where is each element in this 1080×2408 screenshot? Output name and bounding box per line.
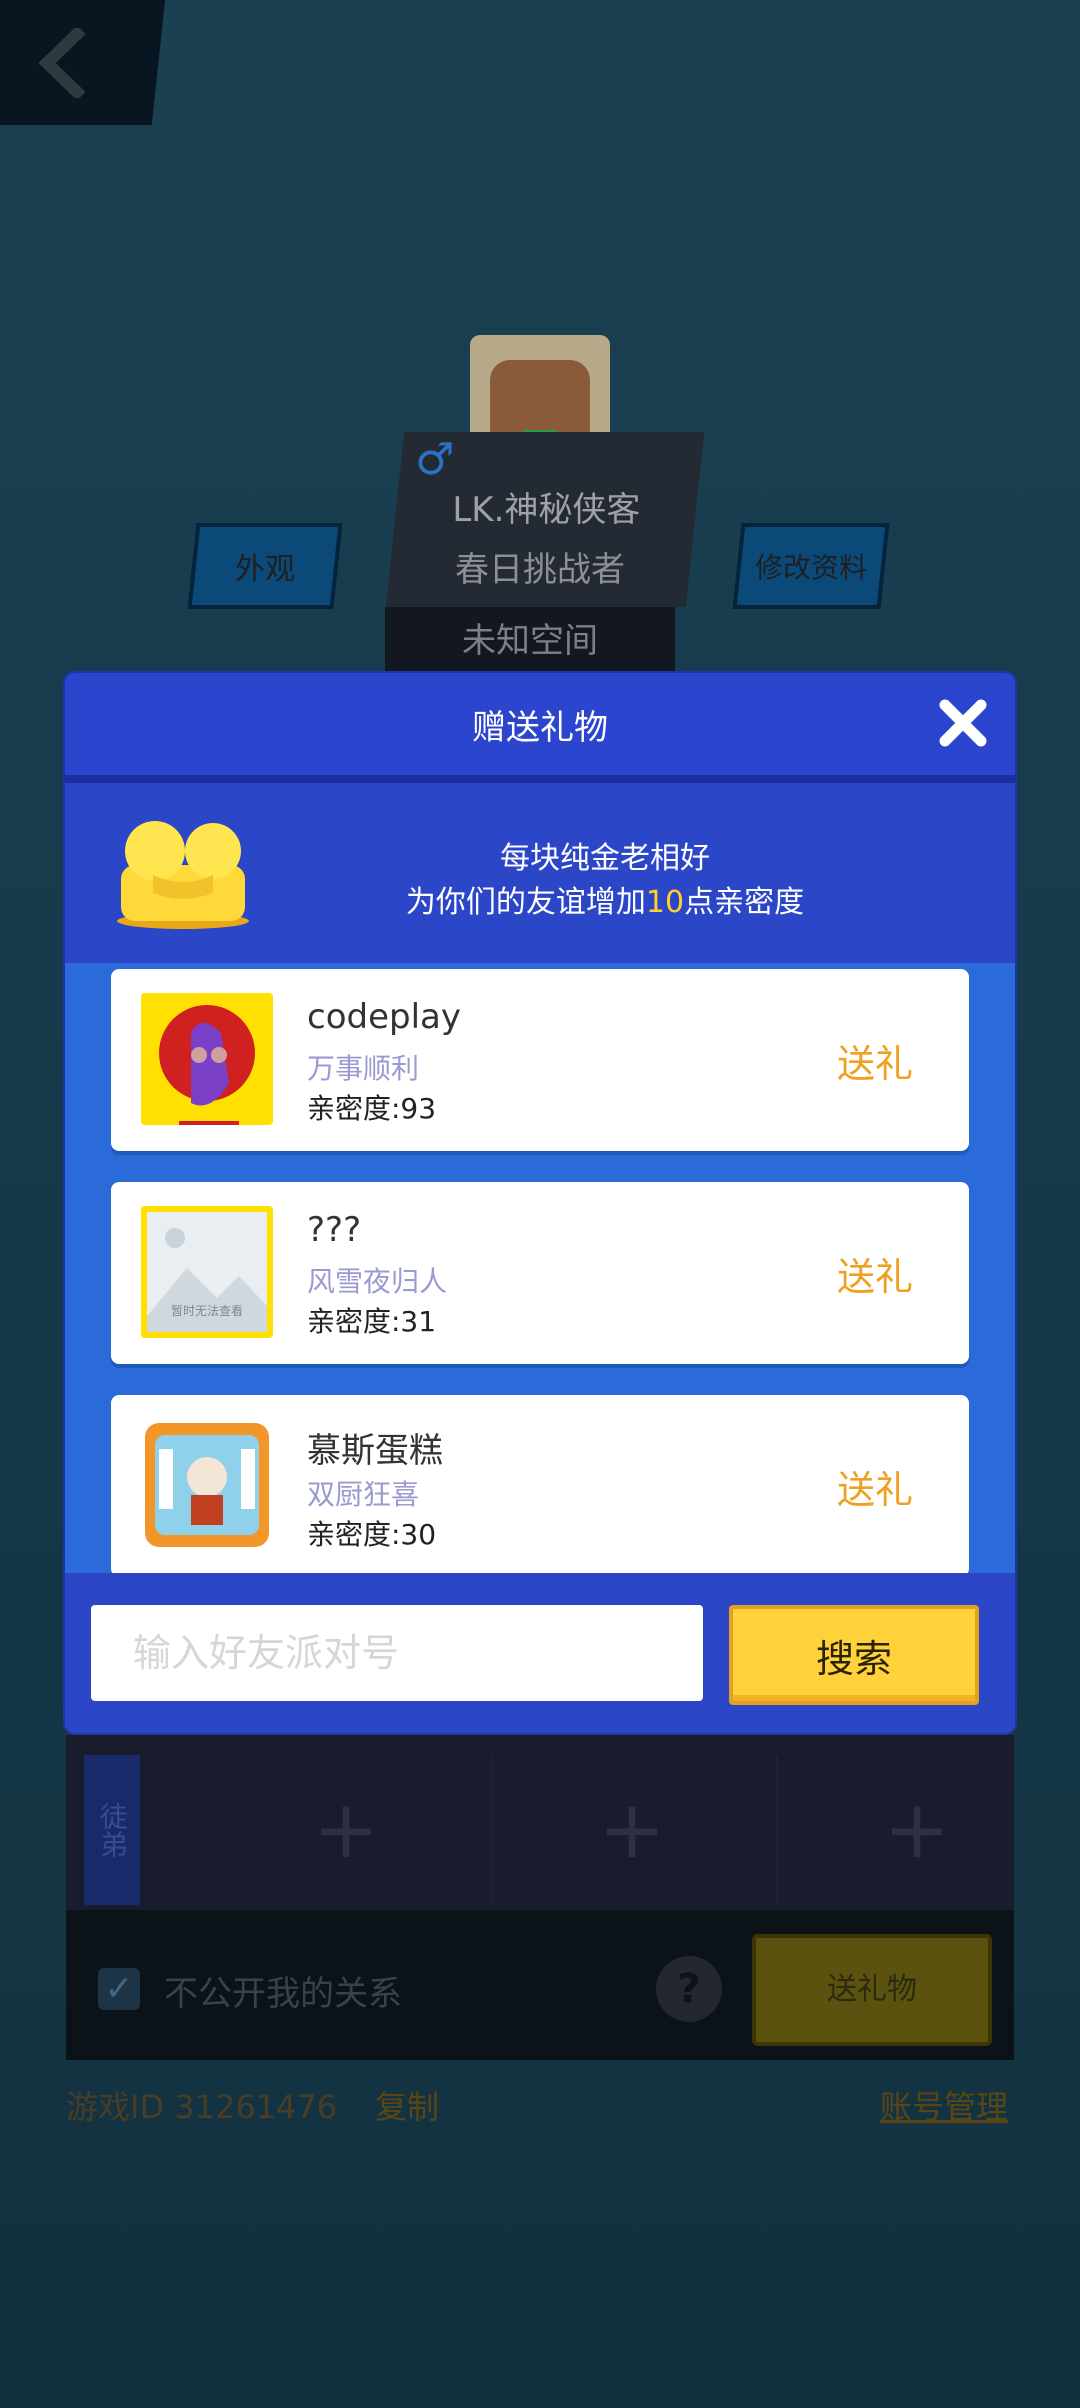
profile-title: 春日挑战者 (455, 550, 626, 590)
appearance-label: 外观 (235, 552, 295, 587)
friend-card: codeplay 万事顺利 亲密度:93 送礼 (111, 969, 969, 1151)
friend-name: ??? (307, 1210, 362, 1250)
relation-slots: 徒弟 + + + (66, 1735, 1014, 1910)
game-id: 游戏ID 31261476 (66, 2088, 338, 2126)
search-row: 搜索 (65, 1573, 1015, 1733)
friend-affinity: 亲密度:30 (307, 1518, 437, 1551)
send-gift-link[interactable]: 送礼 (837, 1033, 913, 1088)
send-gift-link[interactable]: 送礼 (837, 1459, 913, 1514)
slot-tag: 徒弟 (84, 1755, 140, 1905)
friend-avatar (141, 993, 273, 1125)
help-icon[interactable]: ? (656, 1956, 722, 2022)
friend-title: 万事顺利 (307, 1052, 420, 1085)
search-button[interactable]: 搜索 (729, 1605, 979, 1705)
friend-list[interactable]: codeplay 万事顺利 亲密度:93 送礼 暂时无法查看 ??? 风雪夜归人… (65, 963, 1015, 1573)
gift-banner: 每块纯金老相好 为你们的友谊增加10点亲密度 (65, 791, 1015, 963)
dialog-title: 赠送礼物 (65, 673, 1015, 783)
back-button[interactable] (0, 0, 165, 125)
hug-gift-icon (117, 821, 249, 929)
chevron-left-icon (37, 27, 85, 98)
banner-line1: 每块纯金老相好 (500, 841, 710, 876)
male-icon: ♂ (415, 434, 455, 485)
add-slot-button[interactable]: + (206, 1755, 486, 1905)
friend-title: 双厨狂喜 (307, 1478, 420, 1511)
gift-dialog: 赠送礼物 每块纯金老相好 为你们的友谊增加10点亲密度 codeplay 万事顺… (65, 673, 1015, 1733)
relation-bar: ✓ 不公开我的关系 ? 送礼物 (66, 1910, 1014, 2060)
close-icon[interactable] (935, 695, 991, 751)
friend-title: 风雪夜归人 (307, 1265, 448, 1298)
affinity-bonus: 10 (645, 885, 685, 920)
friend-name: codeplay (307, 997, 461, 1037)
copy-link[interactable]: 复制 (375, 2082, 439, 2128)
friend-avatar (141, 1419, 273, 1551)
profile-location: 未知空间 (385, 607, 675, 675)
send-gift-button[interactable]: 送礼物 (752, 1934, 992, 2046)
hide-relation-checkbox[interactable]: ✓ (98, 1968, 140, 2010)
banner-line2: 为你们的友谊增加10点亲密度 (405, 885, 805, 920)
edit-profile-label: 修改资料 (754, 551, 867, 584)
add-slot-button[interactable]: + (491, 1755, 771, 1905)
friend-card: 慕斯蛋糕 双厨狂喜 亲密度:30 送礼 (111, 1395, 969, 1573)
friend-avatar: 暂时无法查看 (141, 1206, 273, 1338)
appearance-button[interactable]: 外观 (187, 523, 343, 609)
unavailable-label: 暂时无法查看 (170, 1304, 243, 1318)
friend-card: 暂时无法查看 ??? 风雪夜归人 亲密度:31 送礼 (111, 1182, 969, 1364)
edit-profile-button[interactable]: 修改资料 (732, 523, 890, 609)
profile-name: LK.神秘侠客 (452, 490, 641, 530)
friend-affinity: 亲密度:31 (307, 1305, 437, 1338)
add-slot-button[interactable]: + (776, 1755, 1056, 1905)
send-gift-link[interactable]: 送礼 (837, 1246, 913, 1301)
friend-name: 慕斯蛋糕 (307, 1431, 443, 1471)
hide-relation-label: 不公开我的关系 (164, 1974, 402, 2014)
friend-affinity: 亲密度:93 (307, 1092, 437, 1125)
account-manage-link[interactable]: 账号管理 (880, 2082, 1008, 2128)
search-input[interactable] (91, 1605, 703, 1701)
